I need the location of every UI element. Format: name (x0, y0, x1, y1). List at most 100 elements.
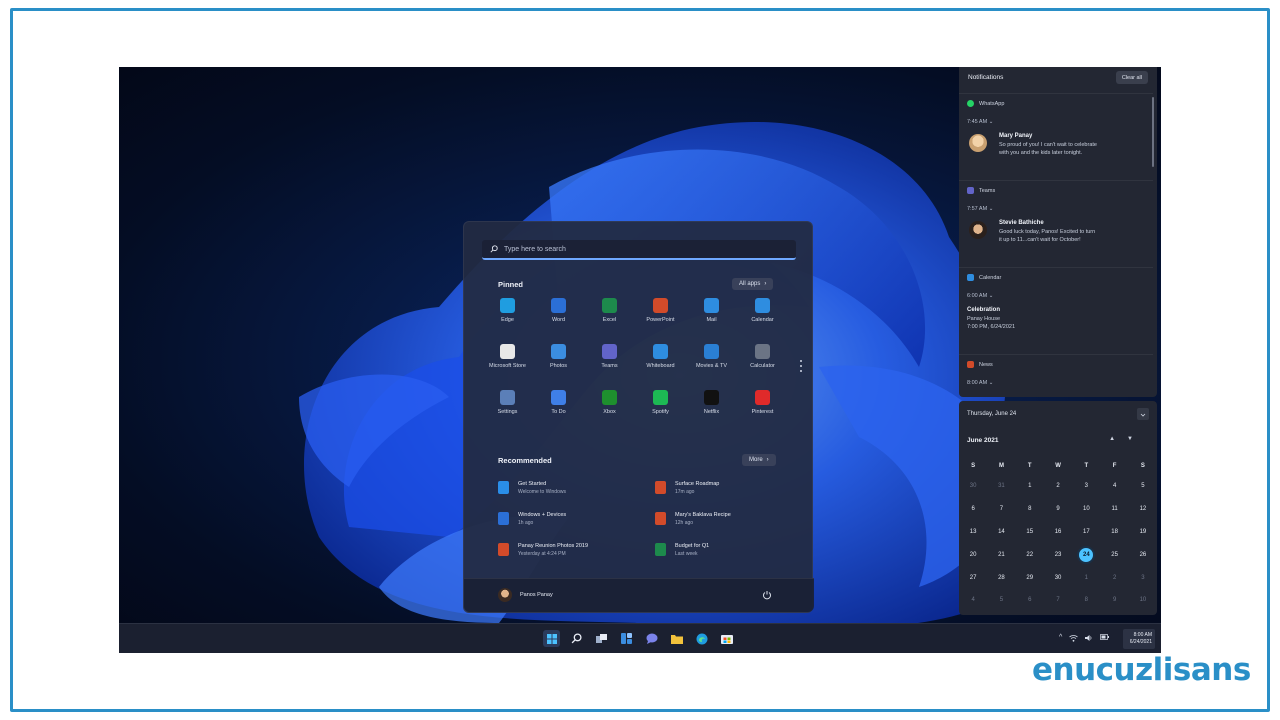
calendar-day[interactable]: 30 (959, 475, 987, 498)
calendar-day[interactable]: 15 (1016, 521, 1044, 544)
calendar-day[interactable]: 29 (1016, 566, 1044, 589)
edge-icon[interactable] (693, 630, 710, 647)
all-apps-button[interactable]: All apps › (732, 278, 774, 290)
pinned-app[interactable]: Pinterest (737, 390, 788, 424)
calendar-day[interactable]: 28 (987, 566, 1015, 589)
chevron-down-icon[interactable]: ▼ (1127, 436, 1145, 442)
calendar-day[interactable]: 11 (1100, 498, 1128, 521)
pinned-app[interactable]: Movies & TV (686, 344, 737, 378)
chevron-down-icon: ⌄ (988, 206, 994, 212)
pinned-app[interactable]: Settings (482, 390, 533, 424)
calendar-day[interactable]: 14 (987, 521, 1015, 544)
notification-card[interactable]: Calendar 6:00 AM ⌄ Celebration Panay Hou… (959, 267, 1153, 353)
pinned-app[interactable]: Excel (584, 298, 635, 332)
pinned-app[interactable]: Calendar (737, 298, 788, 332)
calendar-day[interactable]: 4 (1100, 475, 1128, 498)
calendar-day[interactable]: 7 (1044, 589, 1072, 612)
pinned-app-label: Netflix (703, 409, 720, 415)
calendar-day[interactable]: 5 (1129, 475, 1157, 498)
calendar-day[interactable]: 3 (1129, 566, 1157, 589)
taskbar-clock[interactable]: 8:00 AM 6/24/2021 (1123, 629, 1155, 649)
notification-card[interactable]: WhatsApp 7:45 AM ⌄ Mary Panay So proud o… (959, 93, 1153, 179)
store-icon[interactable] (718, 630, 735, 647)
search-icon[interactable] (568, 630, 585, 647)
notification-card[interactable]: News 8:00 AM ⌄ (959, 354, 1153, 397)
chat-icon[interactable] (643, 630, 660, 647)
calendar-day[interactable]: 22 (1016, 543, 1044, 566)
start-search-box[interactable]: Type here to search (482, 240, 796, 260)
calendar-day[interactable]: 30 (1044, 566, 1072, 589)
pinned-app[interactable]: PowerPoint (635, 298, 686, 332)
windows-start-icon[interactable] (543, 630, 560, 647)
widgets-icon[interactable] (618, 630, 635, 647)
calendar-day[interactable]: 4 (959, 589, 987, 612)
pinned-app[interactable]: Netflix (686, 390, 737, 424)
calendar-day[interactable]: 23 (1044, 543, 1072, 566)
calendar-day[interactable]: 16 (1044, 521, 1072, 544)
calendar-day[interactable]: 7 (987, 498, 1015, 521)
recommended-item[interactable]: Windows + Devices 1h ago (498, 509, 655, 528)
calendar-day[interactable]: 13 (959, 521, 987, 544)
calendar-day[interactable]: 25 (1100, 543, 1128, 566)
pinned-app[interactable]: Xbox (584, 390, 635, 424)
calendar-day[interactable]: 19 (1129, 521, 1157, 544)
pinned-app[interactable]: Photos (533, 344, 584, 378)
chevron-up-icon[interactable]: ^ (1059, 634, 1062, 642)
pinned-app-label: Settings (497, 409, 518, 415)
pinned-app[interactable]: Calculator (737, 344, 788, 378)
calendar-day[interactable]: 8 (1072, 589, 1100, 612)
clear-all-button[interactable]: Clear all (1115, 71, 1148, 84)
volume-icon[interactable] (1085, 634, 1093, 642)
file-explorer-icon[interactable] (668, 630, 685, 647)
power-icon[interactable] (762, 590, 772, 600)
pinned-app[interactable]: Spotify (635, 390, 686, 424)
task-view-icon[interactable] (593, 630, 610, 647)
calendar-day[interactable]: 10 (1129, 589, 1157, 612)
calendar-day[interactable]: 17 (1072, 521, 1100, 544)
recommended-item[interactable]: Surface Roadmap 17m ago (655, 478, 798, 497)
calendar-day[interactable]: 1 (1016, 475, 1044, 498)
recommended-item[interactable]: Get Started Welcome to Windows (498, 478, 655, 497)
recommended-item[interactable]: Panay Reunion Photos 2019 Yesterday at 4:… (498, 540, 655, 559)
page-dots[interactable] (800, 360, 803, 375)
pinned-app-label: Mail (706, 317, 717, 323)
pinned-app[interactable]: Teams (584, 344, 635, 378)
pinned-app[interactable]: Microsoft Store (482, 344, 533, 378)
calendar-day[interactable]: 9 (1100, 589, 1128, 612)
calendar-day[interactable]: 31 (987, 475, 1015, 498)
recommended-item[interactable]: Budget for Q1 Last week (655, 540, 798, 559)
calendar-day[interactable]: 2 (1100, 566, 1128, 589)
pinned-app[interactable]: Word (533, 298, 584, 332)
wifi-icon[interactable] (1069, 634, 1079, 642)
calendar-expand-button[interactable] (1137, 408, 1149, 420)
calendar-day[interactable]: 20 (959, 543, 987, 566)
calendar-day[interactable]: 26 (1129, 543, 1157, 566)
battery-icon[interactable] (1100, 634, 1110, 640)
calendar-day[interactable]: 10 (1072, 498, 1100, 521)
calendar-day[interactable]: 12 (1129, 498, 1157, 521)
calendar-day[interactable]: 1 (1072, 566, 1100, 589)
avatar (969, 221, 987, 239)
calendar-day[interactable]: 21 (987, 543, 1015, 566)
calendar-day[interactable]: 2 (1044, 475, 1072, 498)
calendar-day[interactable]: 6 (959, 498, 987, 521)
calendar-day[interactable]: 9 (1044, 498, 1072, 521)
calendar-day[interactable]: 6 (1016, 589, 1044, 612)
user-name[interactable]: Panos Panay (520, 592, 553, 598)
pinned-app[interactable]: Edge (482, 298, 533, 332)
pinned-app[interactable]: Mail (686, 298, 737, 332)
calendar-day[interactable]: 27 (959, 566, 987, 589)
calendar-day[interactable]: 18 (1100, 521, 1128, 544)
pinned-app[interactable]: To Do (533, 390, 584, 424)
notification-card[interactable]: Teams 7:57 AM ⌄ Stevie Bathiche Good luc… (959, 180, 1153, 266)
calendar-day[interactable]: 8 (1016, 498, 1044, 521)
calendar-day[interactable]: 5 (987, 589, 1015, 612)
calendar-day-today[interactable]: 24 (1072, 543, 1100, 566)
avatar[interactable] (498, 588, 512, 602)
chevron-up-icon[interactable]: ▲ (1109, 436, 1127, 442)
pinned-app[interactable]: Whiteboard (635, 344, 686, 378)
more-button[interactable]: More › (742, 454, 776, 466)
calendar-month-label[interactable]: June 2021 (967, 437, 998, 444)
recommended-item[interactable]: Mary's Baklava Recipe 12h ago (655, 509, 798, 528)
calendar-day[interactable]: 3 (1072, 475, 1100, 498)
